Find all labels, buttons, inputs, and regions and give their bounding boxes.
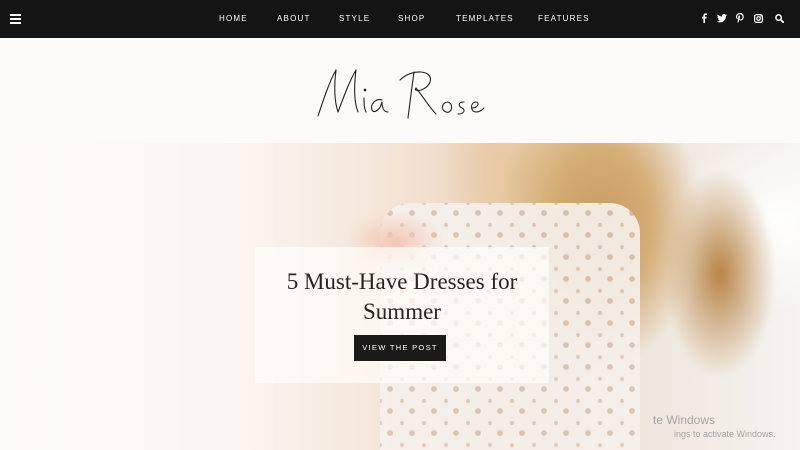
view-post-button[interactable]: VIEW THE POST [354,335,446,361]
nav-item-about[interactable]: ABOUT [277,14,311,23]
main-nav: HOME ABOUT STYLE SHOP TEMPLATES FEATURES [0,0,800,38]
page: HOME ABOUT STYLE SHOP TEMPLATES FEATURES [0,0,800,450]
top-navbar: HOME ABOUT STYLE SHOP TEMPLATES FEATURES [0,0,800,38]
nav-item-features[interactable]: FEATURES [538,14,590,23]
watermark-line-1: te Windows [653,413,716,427]
hero-title[interactable]: 5 Must-Have Dresses for Summer [255,267,549,327]
facebook-icon[interactable] [698,12,710,24]
hamburger-menu-icon[interactable] [10,14,21,24]
nav-item-templates[interactable]: TEMPLATES [456,14,514,23]
site-logo[interactable] [0,58,800,128]
site-logo-script [317,69,485,119]
windows-activation-watermark: te Windows ings to activate Windows. [650,412,800,440]
instagram-icon[interactable] [752,12,764,24]
hero-banner: 5 Must-Have Dresses for Summer VIEW THE … [0,143,800,450]
twitter-icon[interactable] [716,12,728,24]
pinterest-icon[interactable] [734,12,746,24]
nav-item-home[interactable]: HOME [219,14,248,23]
nav-item-shop[interactable]: SHOP [398,14,425,23]
watermark-line-2: ings to activate Windows. [674,429,776,439]
search-icon[interactable] [773,12,785,24]
nav-item-style[interactable]: STYLE [339,14,370,23]
